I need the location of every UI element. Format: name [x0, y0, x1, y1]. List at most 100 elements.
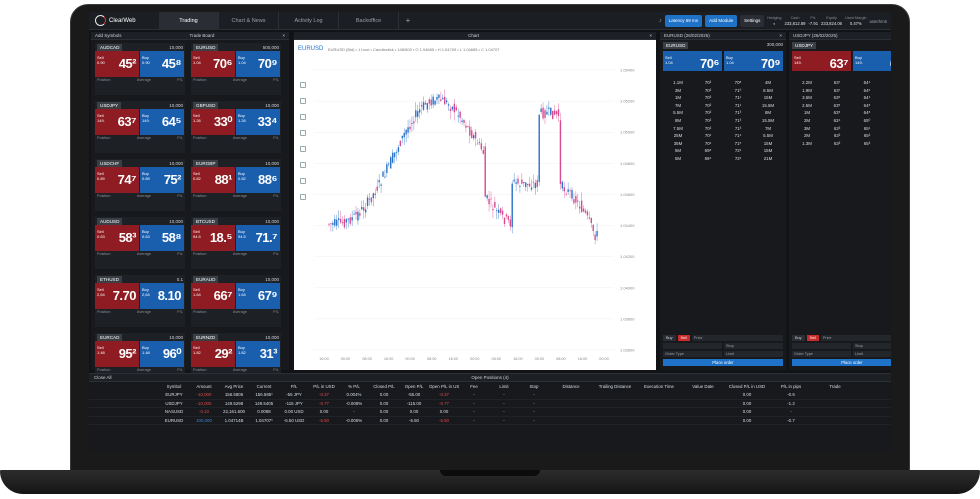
tile-amount[interactable]: 10,000	[265, 277, 279, 282]
ladder-row[interactable]: 7M 70² 71¹ 15.5M	[663, 102, 783, 110]
tile-symbol-select[interactable]: BTCUSD	[193, 217, 218, 225]
tile-amount[interactable]: 10,000	[265, 103, 279, 108]
user-name[interactable]: asterhm5	[870, 19, 887, 24]
column-header[interactable]: Trade	[813, 382, 857, 391]
panel-close-icon[interactable]: ×	[282, 32, 285, 39]
position-row[interactable]: EURUSD 100,000 1.04714B 1.04707¹ -6.50 USD -6…	[89, 417, 891, 425]
tile-amount[interactable]: 10,000	[169, 161, 183, 166]
amount-field[interactable]	[792, 343, 851, 349]
buy-button[interactable]: Buy 1.04 70⁹	[724, 51, 783, 71]
tile-amount[interactable]: 10,000	[169, 103, 183, 108]
tile-amount[interactable]: 10,000	[169, 45, 183, 50]
bell-icon[interactable]: ♪	[659, 18, 662, 24]
limit-field[interactable]: Limit	[724, 351, 783, 357]
ladder-row[interactable]: 2M 63⁴ 65⁰ 1.5M	[792, 117, 891, 125]
buy-button[interactable]: Buy 0.89 75²	[140, 167, 184, 193]
column-header[interactable]: Limit	[489, 382, 519, 391]
tile-amount[interactable]: 10,000	[265, 335, 279, 340]
buy-button[interactable]: Buy 0.63 58⁸	[140, 225, 184, 251]
tile-symbol-select[interactable]: AUDCAD	[97, 43, 123, 51]
order-type-select[interactable]: Order Type	[792, 351, 851, 357]
buy-button[interactable]: Buy 1.82 31³	[236, 341, 280, 367]
tile-symbol-select[interactable]: EURGBP	[193, 159, 219, 167]
stop-field[interactable]: Stop	[724, 343, 783, 349]
tile-symbol-select[interactable]: ETHUSD	[97, 275, 122, 283]
column-header[interactable]: Amount	[189, 382, 219, 391]
column-header[interactable]: Execution Time	[637, 382, 681, 391]
ladder-row[interactable]: 2.2M 63⁷ 64⁴ 4M	[792, 79, 891, 87]
limit-field[interactable]: Limit	[853, 351, 891, 357]
add-tab-button[interactable]: +	[399, 12, 417, 30]
ladder-row[interactable]: 1.1M 70² 70⁸ 4M	[663, 79, 783, 87]
tile-symbol-select[interactable]: EURNZD	[193, 333, 219, 341]
column-header[interactable]: Closed P/L in USD	[725, 382, 769, 391]
buy-button[interactable]: Buy 94.5 71.⁷	[236, 225, 280, 251]
ladder-row[interactable]: 5.5M 70² 71³ 8M	[663, 109, 783, 117]
settings-button[interactable]: Settings	[740, 15, 765, 27]
ladder-symbol-select[interactable]: USDJPY	[792, 42, 817, 49]
tile-amount[interactable]: 10,000	[169, 219, 183, 224]
tile-symbol-select[interactable]: EURUSD	[193, 43, 219, 51]
candlestick-chart[interactable]: 1.05400 1.05200 1.05000 1.04800 1.04600 1.044…	[294, 40, 656, 370]
column-header[interactable]: Distance	[549, 382, 593, 391]
tab-activity-log[interactable]: Activity Log	[279, 12, 339, 30]
amount-field[interactable]	[663, 343, 722, 349]
buy-toggle[interactable]: Buy	[792, 335, 805, 341]
sell-button[interactable]: Sell 0.63 58³	[95, 225, 139, 251]
ladder-row[interactable]: 1.9M 63⁷ 64⁵ 2M	[792, 87, 891, 95]
column-header[interactable]: Current	[249, 382, 279, 391]
tile-amount[interactable]: 10,000	[169, 335, 183, 340]
buy-button[interactable]: Buy 0.82 88⁶	[236, 167, 280, 193]
tile-symbol-select[interactable]: EURCAD	[97, 333, 123, 341]
ladder-row[interactable]: 8M 70² 71³ 15.5M	[663, 117, 783, 125]
buy-button[interactable]: Buy149. 64⁵	[140, 109, 184, 135]
add-symbols-button[interactable]: Add Symbols	[95, 32, 122, 39]
ladder-row[interactable]: 7.5M 70² 71³ 7M	[663, 125, 783, 133]
position-row[interactable]: NASUSD -0.10 22,161.600 0.0088 0.00 USD 0.00 -…	[89, 408, 891, 417]
ladder-row[interactable]: 2.5M 63⁵ 64⁸ 2.5M	[792, 102, 891, 110]
tile-amount[interactable]: 10,000	[265, 161, 279, 166]
tile-amount[interactable]: 500,000	[263, 45, 279, 50]
tile-symbol-select[interactable]: USDJPY	[97, 101, 122, 109]
column-header[interactable]: Open P/L	[399, 382, 429, 391]
order-type-select[interactable]: Order Type	[663, 351, 722, 357]
panel-close-icon[interactable]: ×	[649, 32, 652, 39]
sell-toggle[interactable]: Sell	[677, 335, 690, 341]
column-header[interactable]: Stop	[519, 382, 549, 391]
column-header[interactable]: Symbol	[159, 382, 189, 391]
tab-chart-news[interactable]: Chart & News	[219, 12, 279, 30]
ladder-row[interactable]: 3M 70² 71⁰ 8.5M	[663, 87, 783, 95]
column-header[interactable]: Fee	[459, 382, 489, 391]
sell-button[interactable]: Sell 1.64 66⁷	[191, 283, 235, 309]
sell-button[interactable]: Sell 2,64 7.70	[95, 283, 139, 309]
ladder-row[interactable]: 1M 63⁵ 64⁸ 3M	[792, 109, 891, 117]
ladder-row[interactable]: 3M 63³ 65¹ 3M	[792, 125, 891, 133]
column-header[interactable]: Open P/L in USD	[429, 382, 459, 391]
panel-close-icon[interactable]: ×	[779, 32, 782, 39]
tile-amount[interactable]: 10,000	[265, 219, 279, 224]
sell-button[interactable]: Sell 0.89 74⁷	[95, 167, 139, 193]
ladder-row[interactable]: 2M 63² 65² 2M	[792, 132, 891, 140]
column-header[interactable]: Closed P/L	[369, 382, 399, 391]
column-header[interactable]: % P/L	[339, 382, 369, 391]
place-order-button[interactable]: Place order	[792, 359, 891, 366]
column-header[interactable]: P/L in USD	[309, 382, 339, 391]
sell-button[interactable]: Sell 1.26 33⁰	[191, 109, 235, 135]
price-field[interactable]: Price	[691, 335, 783, 341]
ladder-row[interactable]: 3.5M 63⁶ 64⁴ 4.2M	[792, 94, 891, 102]
brand-logo[interactable]: ClearWeb	[89, 15, 159, 26]
buy-button[interactable]: Buy 0.90 45⁸	[140, 51, 184, 77]
buy-button[interactable]: Buy 1.48 96⁰	[140, 341, 184, 367]
sell-button[interactable]: Sell 0.90 45²	[95, 51, 139, 77]
tab-backoffice[interactable]: Backoffice	[339, 12, 399, 30]
sell-button[interactable]: Sell 94.5 18.⁵	[191, 225, 235, 251]
stop-field[interactable]: Stop	[853, 343, 891, 349]
tile-amount[interactable]: 0.1	[177, 277, 183, 282]
ladder-row[interactable]: 25M 70¹ 71⁴ 5.5M	[663, 132, 783, 140]
sell-button[interactable]: Sell 1.04 70⁶	[663, 51, 722, 71]
tile-symbol-select[interactable]: GBPUSD	[193, 101, 219, 109]
buy-button[interactable]: Buy 1.26 33⁴	[236, 109, 280, 135]
tile-symbol-select[interactable]: USDCHF	[97, 159, 123, 167]
sell-button[interactable]: Sell 1.82 29²	[191, 341, 235, 367]
price-field[interactable]: Price	[820, 335, 891, 341]
